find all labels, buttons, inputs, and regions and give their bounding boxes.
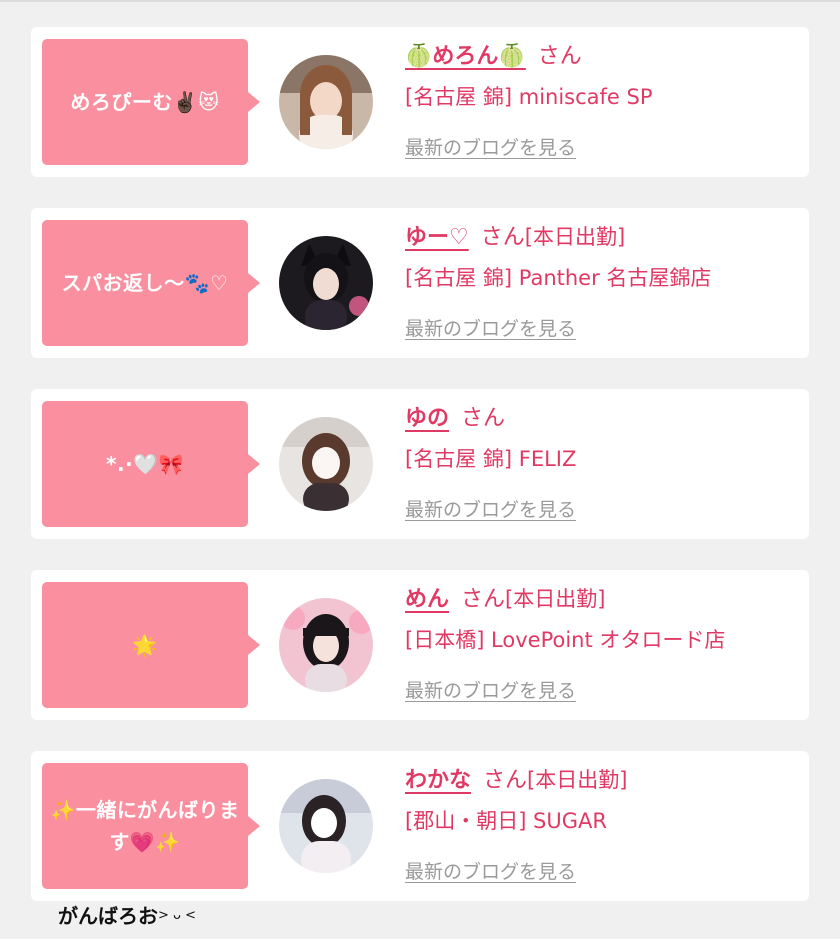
avatar-photo xyxy=(279,236,373,330)
caption-face: > ᴗ < xyxy=(158,908,197,923)
honorific: さん xyxy=(461,587,506,612)
honorific: さん xyxy=(461,406,506,431)
name-row: めん さん[本日出勤] xyxy=(405,580,800,618)
entry-info: ゆー♡ さん[本日出勤] [名古屋 錦] Panther 名古屋錦店 最新のブログ… xyxy=(405,218,800,340)
message-bubble: めろぴーむ✌🏿😻 xyxy=(42,39,260,165)
blog-entry-card: ✨一緒にがんばります💗✨ わかな さん[本日出勤] [郡山・朝日] SUGAR 最… xyxy=(31,751,809,901)
shop-label: [郡山・朝日] SUGAR xyxy=(405,809,607,833)
attendance-status: [本日出勤] xyxy=(527,768,628,792)
name-row: わかな さん[本日出勤] xyxy=(405,761,800,799)
latest-blog-link[interactable]: 最新のブログを見る xyxy=(405,133,576,160)
message-text: めろぴーむ✌🏿😻 xyxy=(70,90,220,114)
caption-text: がんばろお xyxy=(58,904,158,928)
latest-blog-link[interactable]: 最新のブログを見る xyxy=(405,857,576,884)
sticker-caption: がんばろお> ᴗ < xyxy=(58,900,196,929)
entry-info: 🍈めろん🍈 さん [名古屋 錦] miniscafe SP 最新のブログを見る xyxy=(405,37,800,159)
entry-info: ゆの さん [名古屋 錦] FELIZ 最新のブログを見る xyxy=(405,399,800,521)
entry-info: わかな さん[本日出勤] [郡山・朝日] SUGAR 最新のブログを見る xyxy=(405,761,800,883)
blog-entry-card: *.·🤍🎀 ゆの さん [名古屋 錦] FELIZ 最新のブログを見る xyxy=(31,389,809,539)
name-row: ゆの さん xyxy=(405,399,800,437)
blog-entry-card: めろぴーむ✌🏿😻 🍈めろん🍈 さん [名古屋 錦] miniscafe SP 最新… xyxy=(31,27,809,177)
entry-info: めん さん[本日出勤] [日本橋] LovePoint オタロード店 最新のブログ… xyxy=(405,580,800,702)
honorific: さん xyxy=(483,768,528,793)
name-row: 🍈めろん🍈 さん xyxy=(405,37,800,75)
message-text: *.·🤍🎀 xyxy=(106,452,184,476)
latest-blog-link[interactable]: 最新のブログを見る xyxy=(405,676,576,703)
avatar-photo xyxy=(279,55,373,149)
top-divider xyxy=(0,0,840,2)
message-bubble: *.·🤍🎀 xyxy=(42,401,260,527)
attendance-status: [本日出勤] xyxy=(524,225,626,249)
avatar[interactable] xyxy=(279,598,373,692)
blog-entry-list: めろぴーむ✌🏿😻 🍈めろん🍈 さん [名古屋 錦] miniscafe SP 最新… xyxy=(31,27,809,932)
shop-label: [名古屋 錦] FELIZ xyxy=(405,447,577,471)
attendance-status: [本日出勤] xyxy=(505,587,606,611)
cast-name-link[interactable]: ゆー♡ xyxy=(405,225,469,250)
honorific: さん xyxy=(537,44,582,69)
shop-label: [名古屋 錦] Panther 名古屋錦店 xyxy=(405,266,712,290)
message-text: スパお返し〜🐾♡ xyxy=(61,271,229,295)
avatar[interactable] xyxy=(279,417,373,511)
latest-blog-link[interactable]: 最新のブログを見る xyxy=(405,495,576,522)
message-bubble: ✨一緒にがんばります💗✨ xyxy=(42,763,260,889)
latest-blog-link[interactable]: 最新のブログを見る xyxy=(405,314,576,341)
avatar-photo xyxy=(279,598,373,692)
cast-name-link[interactable]: ゆの xyxy=(405,406,449,431)
cast-name-link[interactable]: わかな xyxy=(405,768,471,793)
message-text: ✨一緒にがんばります💗✨ xyxy=(50,798,240,854)
avatar[interactable] xyxy=(279,236,373,330)
message-bubble: 🌟 xyxy=(42,582,260,708)
message-bubble: スパお返し〜🐾♡ xyxy=(42,220,260,346)
cast-name-link[interactable]: 🍈めろん🍈 xyxy=(405,44,526,69)
honorific: さん xyxy=(480,225,525,250)
shop-label: [名古屋 錦] miniscafe SP xyxy=(405,85,653,109)
cast-name-link[interactable]: めん xyxy=(405,587,449,612)
avatar[interactable] xyxy=(279,55,373,149)
avatar-photo xyxy=(279,779,373,873)
blog-entry-card: スパお返し〜🐾♡ ゆー♡ さん[本日出勤] [名古屋 錦] Panther 名古屋… xyxy=(31,208,809,358)
name-row: ゆー♡ さん[本日出勤] xyxy=(405,218,800,256)
message-text: 🌟 xyxy=(132,633,158,657)
blog-entry-card: 🌟 めん さん[本日出勤] [日本橋] LovePoint オタロード店 最新のブ… xyxy=(31,570,809,720)
avatar[interactable] xyxy=(279,779,373,873)
avatar-photo xyxy=(279,417,373,511)
shop-label: [日本橋] LovePoint オタロード店 xyxy=(405,628,726,652)
